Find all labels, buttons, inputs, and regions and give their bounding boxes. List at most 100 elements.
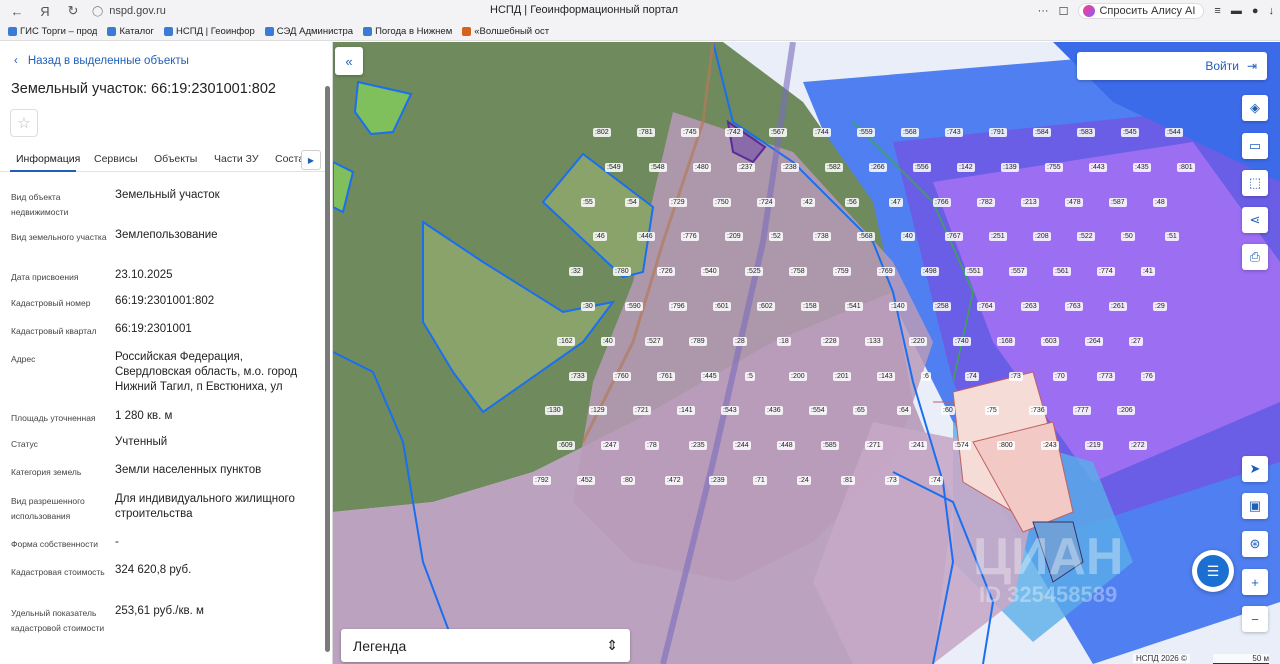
parcel-number-label: :251 — [989, 232, 1007, 242]
parcel-number-label: :545 — [1121, 128, 1139, 137]
tab-parts[interactable]: Части ЗУ — [214, 153, 259, 165]
browser-toolbar: ← Я ↻ ◯ nspd.gov.ru НСПД | Геоинформацио… — [0, 0, 1280, 22]
parcel-number-label: :750 — [713, 197, 731, 207]
bookmark-item[interactable]: Погода в Нижнем — [363, 26, 452, 37]
download-icon[interactable]: ↓ — [1269, 5, 1275, 17]
parcel-number-label: :32 — [569, 267, 583, 277]
object-info-panel: ‹ Назад в выделенные объекты Земельный у… — [0, 42, 333, 664]
parcel-number-label: :480 — [693, 162, 711, 172]
parcel-number-label: :74 — [929, 476, 943, 485]
bookmark-item[interactable]: «Волшебный ост — [462, 26, 549, 37]
parcel-number-label: :603 — [1041, 336, 1059, 346]
bookmark-item[interactable]: НСПД | Геоинфор — [164, 26, 255, 37]
tabs-next-button[interactable]: ▶ — [301, 150, 321, 170]
alice-button[interactable]: Спросить Алису AI — [1078, 3, 1205, 19]
parcel-number-label: :271 — [865, 441, 883, 451]
parcel-number-label: :272 — [1129, 441, 1147, 451]
location-search-button[interactable]: ⊛ — [1242, 531, 1268, 557]
parcel-number-label: :52 — [769, 232, 783, 242]
print-button[interactable]: ⎙ — [1242, 244, 1268, 270]
parcel-number-label: :609 — [557, 441, 575, 451]
parcel-number-label: :51 — [1165, 232, 1179, 242]
field-label: Кадастровый квартал — [11, 326, 97, 336]
panel-scrollbar[interactable] — [325, 86, 330, 652]
parcel-number-label: :130 — [545, 406, 563, 416]
geolocate-button[interactable]: ➤ — [1242, 456, 1268, 482]
star-icon: ☆ — [17, 115, 31, 132]
measure-button[interactable]: ▭ — [1242, 133, 1268, 159]
menu-icon[interactable]: ≡ — [1214, 5, 1220, 17]
zoom-in-button[interactable]: + — [1242, 569, 1268, 595]
parcel-number-label: :42 — [801, 197, 815, 207]
bookmark-item[interactable]: СЭД Администра — [264, 26, 353, 37]
tab-services[interactable]: Сервисы — [94, 153, 138, 165]
parcel-number-label: :47 — [889, 197, 903, 207]
tab-objects[interactable]: Объекты — [154, 153, 197, 165]
select-area-button[interactable]: ⬚ — [1242, 170, 1268, 196]
parcel-number-label: :73 — [885, 476, 899, 485]
alice-icon — [1083, 5, 1096, 17]
chat-button[interactable]: ☰ — [1192, 550, 1234, 592]
parcel-number-label: :766 — [933, 197, 951, 207]
field-label: Удельный показатель кадастровой стоимост… — [11, 608, 105, 633]
parcel-number-label: :540 — [701, 267, 719, 277]
parcel-number-label: :46 — [593, 232, 607, 242]
minus-icon: − — [1251, 611, 1259, 627]
parcel-number-label: :738 — [813, 232, 831, 242]
login-label: Войти — [1205, 59, 1239, 73]
page-title: Земельный участок: 66:19:2301001:802 — [11, 81, 276, 97]
back-to-selected-link[interactable]: ‹ Назад в выделенные объекты — [14, 55, 189, 67]
collapse-panel-button[interactable]: « — [335, 47, 363, 75]
parcel-number-label: :733 — [569, 371, 587, 381]
profile-icon[interactable]: ● — [1252, 5, 1259, 17]
parcel-number-label: :237 — [737, 162, 755, 172]
parcel-number-label: :559 — [857, 128, 875, 137]
field-value: Землепользование — [115, 229, 218, 241]
login-button[interactable]: Войти ⇥ — [1077, 52, 1267, 80]
tab-bar: Информация Сервисы Объекты Части ЗУ Сост… — [0, 144, 325, 172]
zoom-out-button[interactable]: − — [1242, 606, 1268, 632]
parcel-number-label: :452 — [577, 476, 595, 485]
parcel-number-label: :247 — [601, 441, 619, 451]
parcel-number-label: :724 — [757, 197, 775, 207]
bookmark-icon[interactable]: ☐ — [1059, 5, 1069, 18]
parcel-number-label: :238 — [781, 162, 799, 172]
bookmark-item[interactable]: Каталог — [107, 26, 154, 37]
parcel-number-label: :40 — [601, 336, 615, 346]
address-bar[interactable]: ◯ nspd.gov.ru — [92, 5, 392, 17]
more-icon[interactable]: ··· — [1038, 5, 1049, 17]
share-icon: ⋖ — [1249, 212, 1261, 227]
field-value: Учтенный — [115, 436, 168, 448]
field-value: Земельный участок — [115, 189, 220, 201]
field-label: Вид земельного участка — [11, 232, 107, 242]
extension-icon[interactable]: ▬ — [1231, 5, 1242, 17]
parcel-number-label: :30 — [581, 302, 595, 311]
minimap-button[interactable]: ▣ — [1242, 493, 1268, 519]
layers-button[interactable]: ◈ — [1242, 95, 1268, 121]
legend-dropdown[interactable]: Легенда ⇕ — [341, 629, 630, 662]
parcel-number-label: :162 — [557, 336, 575, 346]
parcel-number-label: :27 — [1129, 336, 1143, 346]
share-button[interactable]: ⋖ — [1242, 207, 1268, 233]
bookmark-favicon-icon — [8, 26, 17, 36]
parcel-number-label: :726 — [657, 267, 675, 277]
parcel-number-label: :782 — [977, 197, 995, 207]
parcel-number-label: :443 — [1089, 162, 1107, 172]
field-value: - — [115, 536, 119, 548]
parcel-number-label: :18 — [777, 336, 791, 346]
tab-composition[interactable]: Соста — [275, 153, 301, 165]
parcel-number-label: :758 — [789, 267, 807, 277]
parcel-number-label: :5 — [745, 371, 755, 381]
alice-label: Спросить Алису AI — [1099, 5, 1196, 17]
parcel-number-label: :742 — [725, 128, 743, 137]
favorite-star-button[interactable]: ☆ — [10, 109, 38, 137]
reload-icon[interactable]: ↻ — [62, 0, 84, 22]
site-info-icon[interactable]: ◯ — [92, 6, 103, 17]
tab-info[interactable]: Информация — [16, 153, 80, 165]
yandex-icon[interactable]: Я — [34, 0, 56, 22]
bookmark-favicon-icon — [107, 26, 117, 36]
bookmark-item[interactable]: ГИС Торги – прод — [8, 26, 97, 37]
bookmark-favicon-icon — [462, 26, 472, 36]
map-view[interactable]: :802:781:745:742:567:744:559:568:743:791… — [333, 42, 1280, 664]
back-arrow-icon[interactable]: ← — [6, 0, 28, 22]
